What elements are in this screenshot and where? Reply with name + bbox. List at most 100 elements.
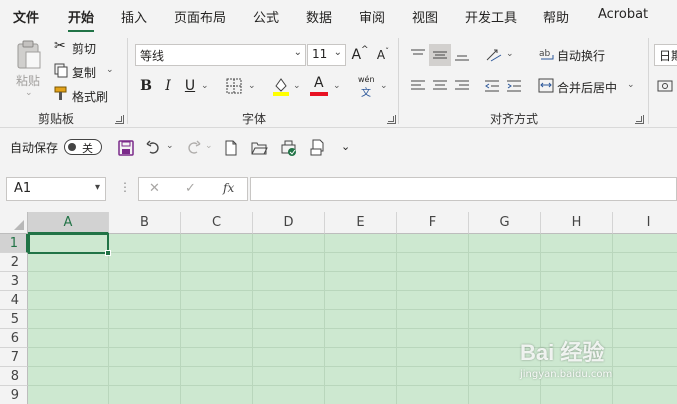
align-left-icon bbox=[411, 80, 425, 90]
phonetic-dropdown-caret[interactable]: ⌄ bbox=[380, 81, 388, 91]
column-header[interactable]: H bbox=[541, 212, 613, 234]
name-box[interactable]: A1 ▾ bbox=[6, 177, 106, 201]
fill-color-icon[interactable] bbox=[272, 76, 290, 96]
new-document-icon[interactable] bbox=[224, 140, 238, 156]
row-header[interactable]: 9 bbox=[0, 386, 28, 404]
row-header[interactable]: 5 bbox=[0, 310, 28, 329]
row-header[interactable]: 8 bbox=[0, 367, 28, 386]
wrap-text-button[interactable]: 自动换行 bbox=[557, 47, 605, 64]
increase-indent-button[interactable] bbox=[503, 75, 525, 97]
row-header[interactable]: 1 bbox=[0, 234, 28, 253]
align-middle-button[interactable] bbox=[429, 44, 451, 66]
tab-review[interactable]: 审阅 bbox=[359, 7, 385, 26]
column-header[interactable]: B bbox=[109, 212, 181, 234]
gridline bbox=[108, 234, 109, 404]
select-all-button[interactable] bbox=[0, 212, 28, 234]
fill-handle[interactable] bbox=[105, 250, 111, 256]
font-color-letter: A bbox=[314, 75, 324, 91]
baidu-jingyan-watermark: Bai 经验 jingyan.baidu.com bbox=[520, 335, 612, 380]
print-icon[interactable] bbox=[310, 139, 327, 157]
align-top-button[interactable] bbox=[407, 44, 429, 66]
align-left-button[interactable] bbox=[407, 75, 429, 97]
underline-button[interactable]: U bbox=[179, 75, 201, 97]
font-color-dropdown-caret[interactable]: ⌄ bbox=[333, 81, 341, 91]
column-header[interactable]: I bbox=[613, 212, 677, 234]
grow-font-button[interactable]: A ^ bbox=[349, 44, 371, 66]
watermark-url: jingyan.baidu.com bbox=[520, 369, 613, 380]
phonetic-guide-button[interactable]: wén 文 bbox=[356, 75, 378, 99]
undo-icon[interactable] bbox=[146, 140, 162, 156]
align-bottom-button[interactable] bbox=[451, 44, 473, 66]
tab-developer[interactable]: 开发工具 bbox=[465, 7, 517, 26]
confirm-entry-button[interactable]: ✓ bbox=[185, 181, 196, 196]
italic-button[interactable]: I bbox=[157, 75, 179, 97]
tab-data[interactable]: 数据 bbox=[306, 7, 332, 26]
tab-page-layout[interactable]: 页面布局 bbox=[174, 7, 226, 26]
bold-button[interactable]: B bbox=[135, 75, 157, 97]
shrink-font-button[interactable]: Aˇ bbox=[372, 44, 394, 66]
orientation-button[interactable] bbox=[483, 44, 505, 66]
tab-help[interactable]: 帮助 bbox=[543, 7, 569, 26]
customize-toolbar-icon[interactable]: ⌄ bbox=[341, 140, 350, 153]
gridline bbox=[252, 234, 253, 404]
font-color-button[interactable]: A bbox=[309, 75, 329, 97]
clipboard-launcher-icon[interactable] bbox=[115, 115, 124, 124]
column-header[interactable]: F bbox=[397, 212, 469, 234]
paste-button[interactable]: 粘贴 ⌄ bbox=[12, 38, 46, 102]
alignment-launcher-icon[interactable] bbox=[635, 115, 644, 124]
fill-color-dropdown-caret[interactable]: ⌄ bbox=[293, 81, 301, 91]
tab-file[interactable]: 文件 bbox=[13, 7, 39, 26]
copy-dropdown-caret[interactable]: ⌄ bbox=[106, 65, 114, 75]
align-center-button[interactable] bbox=[429, 75, 451, 97]
row-header[interactable]: 7 bbox=[0, 348, 28, 367]
copy-button[interactable]: 复制 bbox=[72, 64, 96, 81]
font-launcher-icon[interactable] bbox=[387, 115, 396, 124]
row-header[interactable]: 4 bbox=[0, 291, 28, 310]
currency-format-icon[interactable] bbox=[657, 78, 673, 94]
font-color-swatch bbox=[310, 92, 328, 96]
orientation-dropdown-caret[interactable]: ⌄ bbox=[506, 49, 514, 59]
align-right-button[interactable] bbox=[451, 75, 473, 97]
open-folder-icon[interactable] bbox=[251, 140, 268, 156]
font-size-select[interactable]: 11 ⌄ bbox=[307, 44, 346, 66]
borders-dropdown-caret[interactable]: ⌄ bbox=[248, 81, 256, 91]
merge-center-icon bbox=[538, 78, 554, 93]
borders-icon[interactable] bbox=[226, 78, 242, 94]
tab-acrobat[interactable]: Acrobat bbox=[598, 7, 648, 22]
row-header[interactable]: 6 bbox=[0, 329, 28, 348]
decrease-indent-icon bbox=[485, 80, 499, 92]
autosave-toggle[interactable]: 关 bbox=[64, 139, 102, 155]
print-preview-icon[interactable] bbox=[280, 139, 298, 157]
redo-icon[interactable] bbox=[185, 140, 201, 156]
save-icon[interactable] bbox=[118, 140, 134, 156]
row-header[interactable]: 3 bbox=[0, 272, 28, 291]
tab-view[interactable]: 视图 bbox=[412, 7, 438, 26]
tab-formulas[interactable]: 公式 bbox=[253, 7, 279, 26]
column-header[interactable]: A bbox=[28, 212, 109, 234]
merge-dropdown-caret[interactable]: ⌄ bbox=[627, 80, 635, 90]
row-header[interactable]: 2 bbox=[0, 253, 28, 272]
formula-input[interactable] bbox=[250, 177, 677, 201]
column-header[interactable]: D bbox=[253, 212, 325, 234]
formula-bar: A1 ▾ ⋮ ✕ ✓ fx bbox=[0, 166, 677, 212]
active-cell-a1[interactable] bbox=[28, 233, 111, 256]
format-painter-button[interactable]: 格式刷 bbox=[72, 88, 108, 105]
column-header[interactable]: E bbox=[325, 212, 397, 234]
redo-dropdown-caret[interactable]: ⌄ bbox=[205, 141, 213, 151]
font-name-value: 等线 bbox=[140, 49, 165, 63]
underline-dropdown-caret[interactable]: ⌄ bbox=[201, 81, 209, 91]
merge-center-button[interactable]: 合并后居中 bbox=[557, 79, 617, 96]
tab-home[interactable]: 开始 bbox=[68, 7, 95, 33]
cut-button[interactable]: 剪切 bbox=[72, 40, 96, 57]
cancel-entry-button[interactable]: ✕ bbox=[149, 181, 160, 196]
insert-function-button[interactable]: fx bbox=[223, 181, 234, 195]
clipboard-group-label: 剪贴板 bbox=[38, 112, 75, 126]
column-header[interactable]: C bbox=[181, 212, 253, 234]
undo-dropdown-caret[interactable]: ⌄ bbox=[166, 141, 174, 151]
tab-insert[interactable]: 插入 bbox=[121, 7, 147, 26]
decrease-indent-button[interactable] bbox=[481, 75, 503, 97]
column-header[interactable]: G bbox=[469, 212, 541, 234]
number-format-select[interactable]: 日期 bbox=[654, 44, 677, 66]
font-name-select[interactable]: 等线 ⌄ bbox=[135, 44, 306, 66]
formula-bar-grip[interactable]: ⋮ bbox=[119, 180, 131, 194]
